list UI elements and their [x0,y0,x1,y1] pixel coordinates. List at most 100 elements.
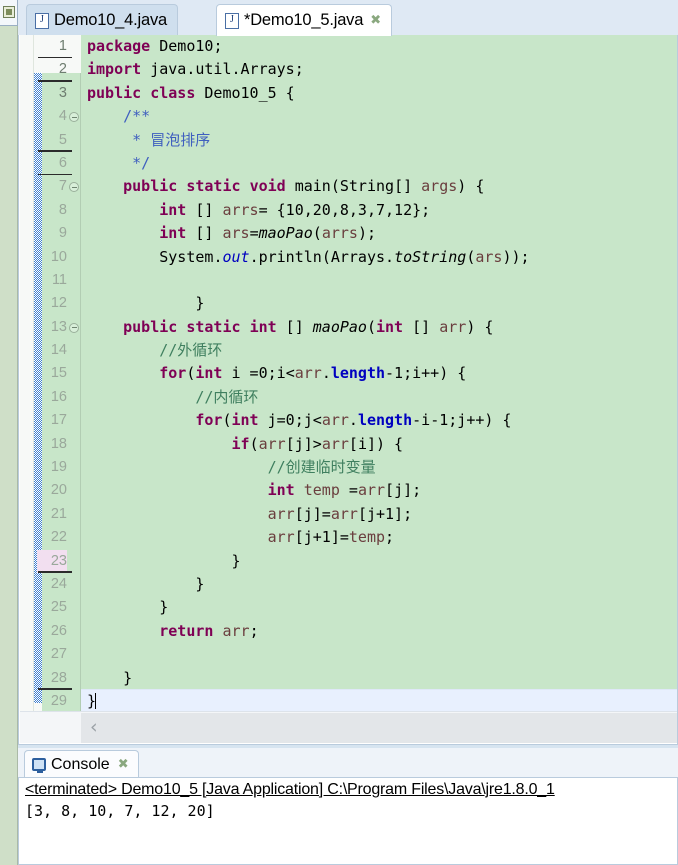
code-line-row[interactable]: int [] arrs= {10,20,8,3,7,12}; [81,199,677,222]
code-line-row[interactable]: //内循环 [81,386,677,409]
eclipse-window: Demo10_4.java *Demo10_5.java ✖ 123456789… [0,0,678,865]
code-line-text: int temp =arr[j]; [267,481,422,500]
code-line-row[interactable]: //创建临时变量 [81,456,677,479]
line-number-label: 13 [50,318,67,335]
console-tab-row: Console ✖ [18,748,678,778]
line-number[interactable]: 19 [42,456,80,479]
close-icon[interactable]: ✖ [370,13,381,28]
line-number[interactable]: 20 [42,479,80,502]
code-line-row[interactable]: /** [81,105,677,128]
line-number[interactable]: 6 [38,152,80,176]
fold-collapse-icon[interactable] [69,182,79,193]
line-number[interactable]: 23 [37,549,80,574]
code-line-row[interactable]: } [81,596,677,619]
line-number-label: 25 [50,599,67,616]
code-line-text: } [195,574,205,593]
line-number-label: 23 [37,549,67,573]
editor-tab-label: *Demo10_5.java [244,11,364,29]
line-number[interactable]: 14 [42,339,80,362]
code-line-row[interactable]: return arr; [81,620,677,643]
code-line-row[interactable]: System.out.println(Arrays.toString(ars))… [81,246,677,269]
line-number[interactable]: 28 [38,667,80,691]
code-text-area[interactable]: package Demo10; import java.util.Arrays; p… [81,35,677,711]
annotation-gutter[interactable] [20,35,34,711]
line-number[interactable]: 21 [42,503,80,526]
editor-tab-demo10-4[interactable]: Demo10_4.java [26,4,178,36]
line-number[interactable]: 17 [42,409,80,432]
code-line-text: int [] ars=maoPao(arrs); [159,224,376,243]
line-number[interactable]: 15 [42,362,80,385]
line-number[interactable]: 4 [42,105,80,128]
editor-tab-demo10-5[interactable]: *Demo10_5.java ✖ [216,4,393,36]
line-number[interactable]: 12 [42,292,80,315]
line-number[interactable]: 13 [42,316,80,339]
line-number[interactable]: 11 [42,269,80,292]
line-number[interactable]: 2 [38,58,80,83]
line-number-label: 29 [50,692,67,709]
line-number[interactable]: 24 [42,573,80,596]
fold-collapse-icon[interactable] [69,322,79,333]
line-number[interactable]: 7 [42,175,80,198]
line-number[interactable]: 18 [42,433,80,456]
code-line-row[interactable]: //外循环 [81,339,677,362]
line-number[interactable]: 26 [42,620,80,643]
left-view-stub-tab[interactable] [0,0,18,26]
line-number[interactable]: 8 [42,199,80,222]
editor-tab-row: Demo10_4.java *Demo10_5.java ✖ [18,0,678,36]
code-line-row[interactable]: int [] ars=maoPao(arrs); [81,222,677,245]
console-tab-label: Console [51,755,110,773]
line-number[interactable]: 22 [42,526,80,549]
code-line-text: //外循环 [159,341,223,360]
code-line-text: public static void main(String[] args) { [123,177,485,196]
code-line-row[interactable]: * 冒泡排序 [81,129,677,152]
code-line-row[interactable]: */ [81,152,677,175]
code-line-row[interactable]: } [81,550,677,573]
close-icon[interactable]: ✖ [118,757,129,772]
editor-tab-label: Demo10_4.java [54,11,167,29]
code-line-row[interactable]: public class Demo10_5 { [81,82,677,105]
line-number-ruler[interactable]: 1 2 3 4 5 6 7 8 9 10 11 12 13 14 15 16 17 18 19 20 21 22 23 24 2… [37,35,81,714]
code-line-row[interactable]: public static void main(String[] args) { [81,175,677,198]
code-line-text: package Demo10; [87,37,223,55]
code-line-row[interactable]: arr[j+1]=temp; [81,526,677,549]
line-number[interactable]: 29 [38,690,80,714]
horizontal-scrollbar[interactable]: ‹ [20,711,677,743]
code-line-row[interactable]: public static int [] maoPao(int [] arr) … [81,316,677,339]
line-number[interactable]: 3 [42,82,80,105]
line-number-label: 9 [58,225,67,242]
code-line-row[interactable]: } [81,573,677,596]
code-line-row[interactable]: for(int j=0;j<arr.length-i-1;j++) { [81,409,677,432]
line-number-label: 14 [50,342,67,359]
code-line-row[interactable]: int temp =arr[j]; [81,479,677,502]
code-line-row[interactable]: } [81,292,677,315]
scroll-left-icon[interactable]: ‹ [90,717,98,738]
code-line-row[interactable] [81,643,677,666]
line-number[interactable]: 9 [42,222,80,245]
horizontal-scrollbar-track[interactable] [81,713,677,743]
line-number[interactable]: 25 [42,596,80,619]
line-number[interactable]: 10 [42,246,80,269]
tab-console[interactable]: Console ✖ [24,750,139,778]
line-number-label: 1 [58,38,67,54]
line-number-label: 20 [50,482,67,499]
line-number-label: 2 [58,61,67,78]
line-number-label: 19 [50,459,67,476]
line-number[interactable]: 27 [42,643,80,666]
code-line-row[interactable] [81,269,677,292]
fold-collapse-icon[interactable] [69,112,79,123]
code-line-row[interactable]: arr[j]=arr[j+1]; [81,503,677,526]
code-line-row[interactable]: import java.util.Arrays; [81,58,677,81]
code-line-row[interactable]: if(arr[j]>arr[i]) { [81,433,677,456]
line-number[interactable]: 1 [38,35,80,59]
code-line-row[interactable]: package Demo10; [81,35,677,58]
console-output-area[interactable]: <terminated> Demo10_5 [Java Application]… [18,777,678,865]
code-line-row[interactable]: } [81,689,677,711]
line-number-label: 18 [50,435,67,452]
line-number[interactable]: 16 [42,386,80,409]
code-line-text: * 冒泡排序 [132,130,211,149]
line-number[interactable]: 5 [38,129,80,153]
code-line-text: } [195,294,205,313]
code-line-row[interactable]: } [81,667,677,690]
code-line-row[interactable]: for(int i =0;i<arr.length-1;i++) { [81,362,677,385]
line-number-label: 6 [58,154,67,171]
